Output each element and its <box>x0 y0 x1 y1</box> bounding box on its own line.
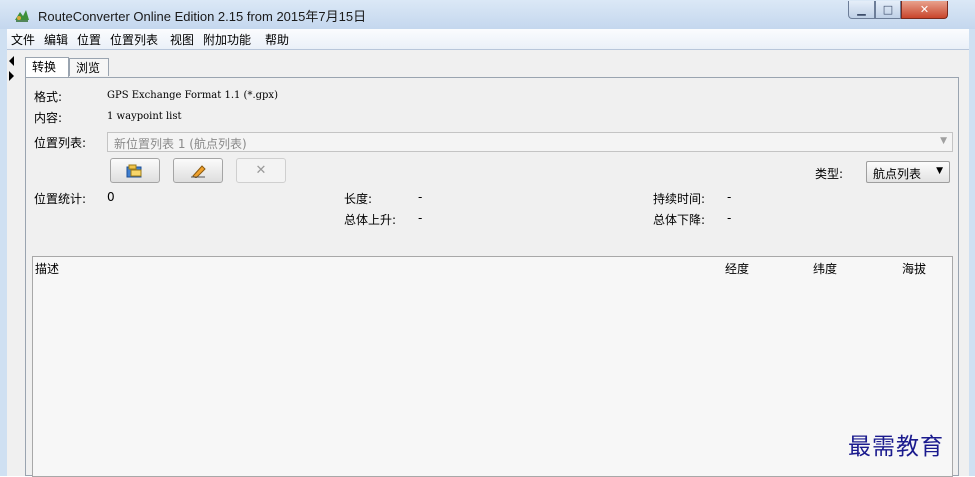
column-longitude[interactable]: 经度 <box>725 260 749 277</box>
menu-file[interactable]: 文件 <box>11 31 35 48</box>
convert-panel: 格式: GPS Exchange Format 1.1 (*.gpx) 内容: … <box>25 77 959 477</box>
length-value: - <box>418 190 423 204</box>
minimize-icon: ▁ <box>857 3 866 16</box>
column-elevation[interactable]: 海拔 <box>902 260 926 277</box>
delete-button[interactable]: ✕ <box>236 158 286 183</box>
delete-x-icon: ✕ <box>255 163 267 178</box>
close-button[interactable]: ✕ <box>901 1 948 19</box>
menu-position[interactable]: 位置 <box>77 31 101 48</box>
content-label: 内容: <box>34 111 63 125</box>
watermark: 最需教育 <box>848 434 944 460</box>
folder-open-icon <box>126 164 142 177</box>
duration-value: - <box>727 190 732 204</box>
menu-edit[interactable]: 编辑 <box>44 31 68 48</box>
maximize-button[interactable]: □ <box>875 1 901 19</box>
format-value: GPS Exchange Format 1.1 (*.gpx) <box>107 90 278 101</box>
position-count-label: 位置统计: <box>34 192 87 206</box>
length-label: 长度: <box>344 192 373 206</box>
menu-help[interactable]: 帮助 <box>265 31 289 48</box>
app-icon <box>15 10 29 22</box>
menu-bar: 文件 编辑 位置 位置列表 视图 附加功能 帮助 <box>7 29 969 50</box>
collapse-panel-icon[interactable] <box>7 54 17 84</box>
format-label: 格式: <box>34 90 63 104</box>
open-button[interactable] <box>110 158 160 183</box>
client-area: 转换 浏览 格式: GPS Exchange Format 1.1 (*.gpx… <box>7 50 969 477</box>
duration-label: 持续时间: <box>653 192 706 206</box>
tab-convert[interactable]: 转换 <box>25 57 69 77</box>
total-ascent-label: 总体上升: <box>344 213 397 227</box>
type-select[interactable]: 航点列表 ▼ <box>866 161 950 183</box>
content-value: 1 waypoint list <box>107 111 182 122</box>
pencil-icon <box>191 164 206 178</box>
menu-extras[interactable]: 附加功能 <box>203 31 251 48</box>
type-select-value: 航点列表 <box>873 167 922 181</box>
chevron-down-icon: ▼ <box>936 166 943 176</box>
window-title: RouteConverter Online Edition 2.15 from … <box>38 9 367 24</box>
minimize-button[interactable]: ▁ <box>848 1 875 19</box>
tab-browse[interactable]: 浏览 <box>69 58 109 76</box>
total-descent-label: 总体下降: <box>653 213 706 227</box>
column-latitude[interactable]: 纬度 <box>813 260 837 277</box>
positions-table[interactable]: 描述 经度 纬度 海拔 <box>32 256 953 477</box>
app-window: RouteConverter Online Edition 2.15 from … <box>0 0 975 477</box>
edit-button[interactable] <box>173 158 223 183</box>
caption-buttons: ▁ □ ✕ <box>848 1 970 20</box>
position-list-combo[interactable]: 新位置列表 1 (航点列表) ▼ <box>107 132 953 152</box>
column-description[interactable]: 描述 <box>35 260 59 277</box>
maximize-icon: □ <box>882 3 894 16</box>
title-bar[interactable]: RouteConverter Online Edition 2.15 from … <box>0 0 975 29</box>
chevron-down-icon: ▼ <box>940 136 947 146</box>
position-list-label: 位置列表: <box>34 136 87 150</box>
total-descent-value: - <box>727 211 732 225</box>
close-icon: ✕ <box>919 3 930 16</box>
position-list-value: 新位置列表 1 (航点列表) <box>114 137 247 151</box>
menu-view[interactable]: 视图 <box>170 31 194 48</box>
menu-position-list[interactable]: 位置列表 <box>110 31 158 48</box>
total-ascent-value: - <box>418 211 423 225</box>
position-count-value: 0 <box>107 190 115 204</box>
type-label: 类型: <box>815 167 844 181</box>
